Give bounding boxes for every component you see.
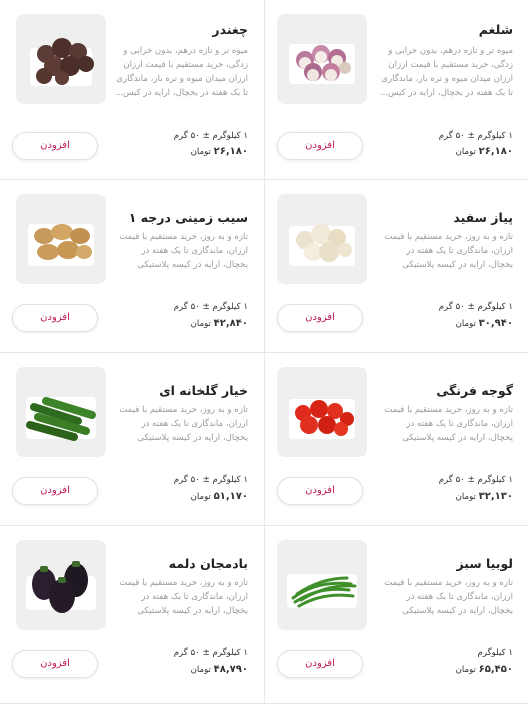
product-weight: ۱ کیلوگرم ± ۵۰ گرم bbox=[173, 131, 248, 141]
add-to-cart-button[interactable]: افزودن bbox=[12, 650, 98, 678]
product-title: چغندر bbox=[212, 22, 248, 37]
product-price: ۵۱,۱۷۰ تومان bbox=[191, 491, 248, 502]
product-title: خیار گلخانه ای bbox=[159, 383, 248, 398]
product-weight: ۱ کیلوگرم bbox=[477, 648, 513, 658]
product-weight: ۱ کیلوگرم ± ۵۰ گرم bbox=[438, 131, 513, 141]
price-value: ۲۶,۱۸۰ bbox=[478, 146, 513, 157]
product-title: سیب زمینی درجه ۱ bbox=[128, 210, 248, 225]
product-description: تازه و به روز، خرید مستقیم با قیمت ارزان… bbox=[119, 578, 248, 616]
beetroot-icon[interactable] bbox=[16, 14, 106, 104]
add-to-cart-button[interactable]: افزودن bbox=[12, 132, 98, 160]
green-bean-icon[interactable] bbox=[277, 540, 367, 630]
currency-label: تومان bbox=[455, 147, 476, 157]
price-value: ۴۸,۷۹۰ bbox=[213, 664, 248, 675]
currency-label: تومان bbox=[455, 665, 476, 675]
product-card[interactable]: لوبیا سبز تازه و به روز، خرید مستقیم با … bbox=[264, 526, 529, 704]
price-value: ۵۱,۱۷۰ bbox=[213, 491, 248, 502]
tomato-icon[interactable] bbox=[277, 367, 367, 457]
product-description: تازه و به روز، خرید مستقیم با قیمت ارزان… bbox=[384, 232, 513, 270]
potato-icon[interactable] bbox=[16, 194, 106, 284]
white-onion-icon[interactable] bbox=[277, 194, 367, 284]
product-card[interactable]: سیب زمینی درجه ۱ تازه و به روز، خرید مست… bbox=[0, 180, 264, 353]
product-description: میوه تر و تازه درهم، بدون خرابی و زدگی، … bbox=[379, 46, 513, 98]
product-weight: ۱ کیلوگرم ± ۵۰ گرم bbox=[173, 648, 248, 658]
product-weight: ۱ کیلوگرم ± ۵۰ گرم bbox=[438, 302, 513, 312]
cucumber-icon[interactable] bbox=[16, 367, 106, 457]
price-value: ۳۰,۹۴۰ bbox=[478, 318, 513, 329]
price-value: ۲۶,۱۸۰ bbox=[213, 146, 248, 157]
product-title: گوجه فرنگی bbox=[436, 383, 513, 398]
turnip-icon[interactable] bbox=[277, 14, 367, 104]
price-value: ۶۵,۴۵۰ bbox=[478, 664, 513, 675]
currency-label: تومان bbox=[455, 319, 476, 329]
currency-label: تومان bbox=[455, 492, 476, 502]
product-title: پیاز سفید bbox=[453, 210, 513, 225]
product-price: ۲۶,۱۸۰ تومان bbox=[456, 146, 513, 157]
product-weight: ۱ کیلوگرم ± ۵۰ گرم bbox=[173, 475, 248, 485]
product-title: شلغم bbox=[478, 22, 513, 37]
currency-label: تومان bbox=[190, 147, 211, 157]
add-to-cart-button[interactable]: افزودن bbox=[277, 304, 363, 332]
product-price: ۶۵,۴۵۰ تومان bbox=[456, 664, 513, 675]
product-description: میوه تر و تازه درهم، بدون خرابی و زدگی، … bbox=[114, 46, 248, 98]
product-price: ۳۲,۱۳۰ تومان bbox=[456, 491, 513, 502]
eggplant-icon[interactable] bbox=[16, 540, 106, 630]
product-card[interactable]: پیاز سفید تازه و به روز، خرید مستقیم با … bbox=[264, 180, 529, 353]
add-to-cart-button[interactable]: افزودن bbox=[12, 304, 98, 332]
add-to-cart-button[interactable]: افزودن bbox=[277, 650, 363, 678]
product-card[interactable]: گوجه فرنگی تازه و به روز، خرید مستقیم با… bbox=[264, 353, 529, 526]
currency-label: تومان bbox=[190, 492, 211, 502]
add-to-cart-button[interactable]: افزودن bbox=[277, 132, 363, 160]
price-value: ۳۲,۱۳۰ bbox=[478, 491, 513, 502]
product-description: تازه و به روز، خرید مستقیم با قیمت ارزان… bbox=[119, 232, 248, 270]
product-weight: ۱ کیلوگرم ± ۵۰ گرم bbox=[438, 475, 513, 485]
product-weight: ۱ کیلوگرم ± ۵۰ گرم bbox=[173, 302, 248, 312]
product-description: تازه و به روز، خرید مستقیم با قیمت ارزان… bbox=[119, 405, 248, 443]
product-title: لوبیا سبز bbox=[456, 556, 513, 571]
price-value: ۴۲,۸۴۰ bbox=[213, 318, 248, 329]
currency-label: تومان bbox=[190, 665, 211, 675]
add-to-cart-button[interactable]: افزودن bbox=[12, 477, 98, 505]
product-card[interactable]: شلغم میوه تر و تازه درهم، بدون خرابی و ز… bbox=[264, 0, 529, 180]
product-title: بادمجان دلمه bbox=[168, 556, 248, 571]
product-price: ۴۲,۸۴۰ تومان bbox=[191, 318, 248, 329]
product-card[interactable]: بادمجان دلمه تازه و به روز، خرید مستقیم … bbox=[0, 526, 264, 704]
currency-label: تومان bbox=[190, 319, 211, 329]
product-price: ۲۶,۱۸۰ تومان bbox=[191, 146, 248, 157]
product-card[interactable]: خیار گلخانه ای تازه و به روز، خرید مستقی… bbox=[0, 353, 264, 526]
product-description: تازه و به روز، خرید مستقیم با قیمت ارزان… bbox=[384, 405, 513, 443]
product-price: ۳۰,۹۴۰ تومان bbox=[456, 318, 513, 329]
product-card[interactable]: چغندر میوه تر و تازه درهم، بدون خرابی و … bbox=[0, 0, 264, 180]
product-description: تازه و به روز، خرید مستقیم با قیمت ارزان… bbox=[384, 578, 513, 616]
product-price: ۴۸,۷۹۰ تومان bbox=[191, 664, 248, 675]
add-to-cart-button[interactable]: افزودن bbox=[277, 477, 363, 505]
product-grid: شلغم میوه تر و تازه درهم، بدون خرابی و ز… bbox=[0, 0, 529, 704]
